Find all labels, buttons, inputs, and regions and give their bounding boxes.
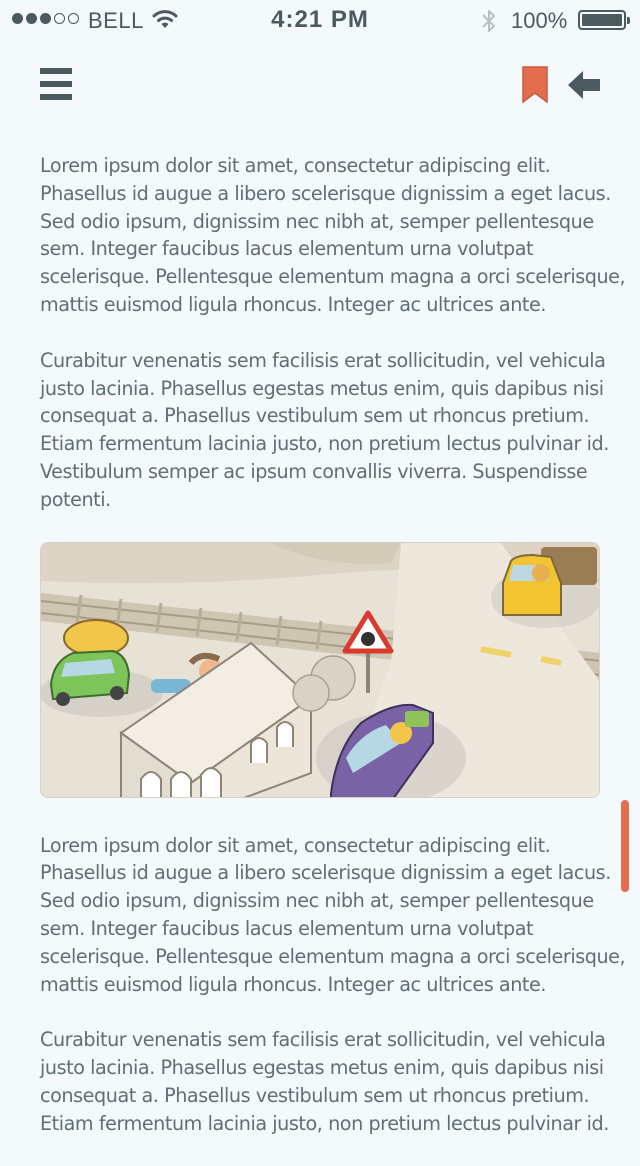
status-bar: BELL 4:21 PM 100% <box>0 0 640 40</box>
article-paragraph: Curabitur venenatis sem facilisis erat s… <box>40 1028 609 1135</box>
hamburger-menu-icon[interactable] <box>40 68 72 102</box>
bookmark-icon[interactable] <box>522 66 548 108</box>
bluetooth-icon <box>480 8 498 39</box>
article-paragraph: Lorem ipsum dolor sit amet, consectetur … <box>40 833 626 996</box>
article-content: Lorem ipsum dolor sit amet, consectetur … <box>40 152 626 1166</box>
battery-percent: 100% <box>511 8 568 33</box>
article-illustration <box>40 541 600 798</box>
article-paragraph: Lorem ipsum dolor sit amet, consectetur … <box>40 154 626 316</box>
article-paragraph: Curabitur venenatis sem facilisis erat s… <box>40 348 609 511</box>
scroll-indicator[interactable] <box>621 800 629 892</box>
back-arrow-icon[interactable] <box>566 68 602 106</box>
battery-icon <box>578 10 630 30</box>
